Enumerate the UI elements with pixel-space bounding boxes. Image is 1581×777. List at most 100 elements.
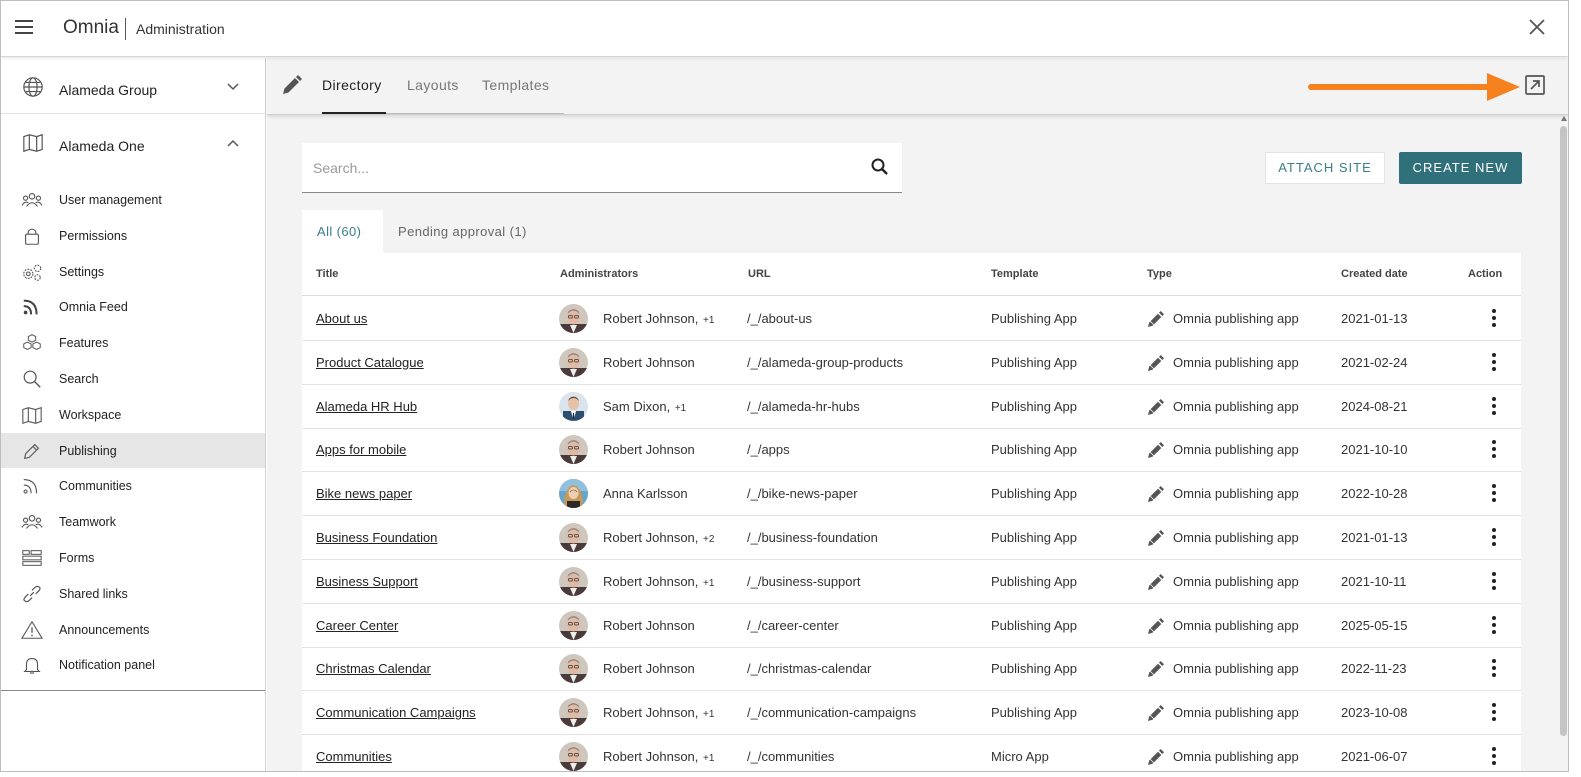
table-row[interactable]: Apps for mobile Robert Johnson /_/apps Publ… — [302, 428, 1521, 473]
more-actions-icon[interactable] — [1488, 703, 1500, 723]
sidebar-item-workspace[interactable]: Workspace — [1, 397, 265, 433]
site-title-link[interactable]: Career Center — [316, 618, 398, 633]
group-alameda-one[interactable]: Alameda One — [1, 114, 265, 170]
chevron-down-icon[interactable] — [227, 83, 239, 91]
additional-admins-count[interactable]: +1 — [703, 753, 714, 764]
site-title-link[interactable]: Communities — [316, 749, 392, 764]
sidebar-item-label: Notification panel — [59, 658, 155, 673]
sidebar-item-label: Permissions — [59, 228, 128, 243]
site-title-link[interactable]: Communication Campaigns — [316, 705, 476, 720]
search-field[interactable] — [302, 143, 902, 193]
table-row[interactable]: Alameda HR Hub Sam Dixon, +1 /_/alameda-hr… — [302, 385, 1521, 429]
group-alameda-group[interactable]: Alameda Group — [1, 58, 265, 114]
sidebar-item-publishing[interactable]: Publishing — [1, 432, 265, 469]
table-row[interactable]: Product Catalogue Robert Johnson /_/alamed… — [302, 341, 1521, 385]
sidebar-item-user-management[interactable]: User management — [1, 182, 265, 218]
created-date: 2021-10-11 — [1341, 573, 1407, 589]
column-header-type[interactable]: Type — [1147, 268, 1172, 280]
sidebar-item-features[interactable]: Features — [1, 325, 265, 361]
gears-icon — [23, 264, 42, 281]
search-icon[interactable] — [870, 157, 890, 177]
additional-admins-count[interactable]: +1 — [703, 315, 714, 326]
column-header-template[interactable]: Template — [991, 268, 1038, 280]
site-url: /_/apps — [747, 442, 790, 458]
site-title-link[interactable]: Business Support — [316, 574, 418, 589]
tab-pending-approval[interactable]: Pending approval (1) — [383, 210, 542, 253]
sidebar-item-permissions[interactable]: Permissions — [1, 218, 265, 254]
pencil-icon — [1146, 703, 1166, 723]
tab-all[interactable]: All (60) — [302, 210, 383, 253]
site-title-link[interactable]: Business Foundation — [316, 530, 437, 545]
scroll-thumb[interactable] — [1560, 126, 1567, 736]
table-row[interactable]: Christmas Calendar Robert Johnson /_/chris… — [302, 647, 1521, 692]
additional-admins-count[interactable]: +1 — [703, 578, 714, 589]
more-actions-icon[interactable] — [1488, 440, 1500, 460]
site-title-link[interactable]: Alameda HR Hub — [316, 399, 417, 414]
created-date: 2021-10-10 — [1341, 442, 1408, 458]
chevron-up-icon[interactable] — [227, 139, 239, 147]
more-actions-icon[interactable] — [1488, 528, 1500, 548]
administrator-label: Robert Johnson — [603, 749, 695, 764]
additional-admins-count[interactable]: +1 — [703, 709, 714, 720]
table-row[interactable]: Business Foundation Robert Johnson, +2 /_/… — [302, 516, 1521, 560]
tabs-bar: Directory Layouts Templates — [267, 58, 1568, 115]
table-row[interactable]: Communication Campaigns Robert Johnson, +… — [302, 691, 1521, 736]
sidebar-item-search[interactable]: Search — [1, 361, 265, 397]
scroll-up-arrow-icon[interactable] — [1561, 116, 1567, 121]
search-input[interactable] — [313, 160, 853, 176]
sidebar-item-teamwork[interactable]: Teamwork — [1, 504, 265, 540]
sidebar-item-label: Settings — [59, 264, 105, 279]
table-row[interactable]: Communities Robert Johnson, +1 /_/communit… — [302, 735, 1521, 771]
site-title-link[interactable]: About us — [316, 311, 367, 326]
sidebar-item-notification-panel[interactable]: Notification panel — [1, 647, 265, 683]
site-title-link[interactable]: Apps for mobile — [316, 442, 406, 457]
sidebar-item-label: Publishing — [59, 443, 117, 458]
additional-admins-count[interactable]: +2 — [703, 534, 714, 545]
more-actions-icon[interactable] — [1488, 615, 1500, 636]
pencil-icon — [1146, 484, 1166, 504]
create-new-button[interactable]: CREATE NEW — [1399, 152, 1522, 184]
sidebar-item-announcements[interactable]: Announcements — [1, 612, 265, 648]
column-header-created-date[interactable]: Created date — [1341, 268, 1408, 280]
site-template: Publishing App — [991, 573, 1078, 589]
tab-templates[interactable]: Templates — [482, 77, 549, 93]
administrator-separator: , — [694, 749, 703, 764]
sidebar-item-omnia-feed[interactable]: Omnia Feed — [1, 289, 265, 325]
table-row[interactable]: Business Support Robert Johnson, +1 /_/bus… — [302, 560, 1521, 604]
more-actions-icon[interactable] — [1488, 659, 1500, 679]
site-type: Omnia publishing app — [1173, 573, 1299, 589]
column-header-url[interactable]: URL — [748, 268, 771, 280]
sidebar-item-shared-links[interactable]: Shared links — [1, 576, 265, 612]
sidebar-item-communities[interactable]: Communities — [1, 468, 265, 504]
more-actions-icon[interactable] — [1488, 747, 1500, 767]
tab-layouts[interactable]: Layouts — [407, 77, 459, 93]
site-title-link[interactable]: Product Catalogue — [316, 355, 424, 370]
close-icon[interactable] — [1525, 15, 1549, 39]
more-actions-icon[interactable] — [1488, 396, 1500, 417]
attach-site-button[interactable]: ATTACH SITE — [1265, 152, 1385, 184]
site-url: /_/business-foundation — [747, 530, 878, 545]
site-title-link[interactable]: Bike news paper — [316, 486, 412, 501]
scrollbar[interactable] — [1559, 116, 1568, 771]
section-title: Administration — [136, 21, 225, 37]
tab-directory[interactable]: Directory — [322, 77, 382, 93]
additional-admins-count[interactable]: +1 — [675, 403, 686, 414]
table-row[interactable]: About us Robert Johnson, +1 /_/about-us Pub… — [302, 297, 1521, 341]
table-row[interactable]: Bike news paper Anna Karlsson /_/bike-news… — [302, 472, 1521, 517]
site-template: Publishing App — [991, 354, 1078, 370]
open-in-new-window-icon[interactable] — [1524, 74, 1546, 96]
site-url: /_/communities — [747, 749, 835, 764]
more-actions-icon[interactable] — [1488, 352, 1500, 373]
column-header-administrators[interactable]: Administrators — [560, 268, 638, 280]
hamburger-menu-icon[interactable] — [15, 20, 33, 34]
column-header-title[interactable]: Title — [316, 268, 338, 280]
avatar — [559, 742, 588, 771]
sidebar-item-settings[interactable]: Settings — [1, 254, 265, 290]
top-bar: Omnia Administration — [1, 1, 1568, 57]
table-row[interactable]: Career Center Robert Johnson /_/career-cen… — [302, 604, 1521, 648]
site-title-link[interactable]: Christmas Calendar — [316, 661, 431, 676]
more-actions-icon[interactable] — [1488, 484, 1500, 504]
more-actions-icon[interactable] — [1488, 309, 1500, 329]
sidebar-item-forms[interactable]: Forms — [1, 540, 265, 576]
more-actions-icon[interactable] — [1488, 571, 1500, 592]
